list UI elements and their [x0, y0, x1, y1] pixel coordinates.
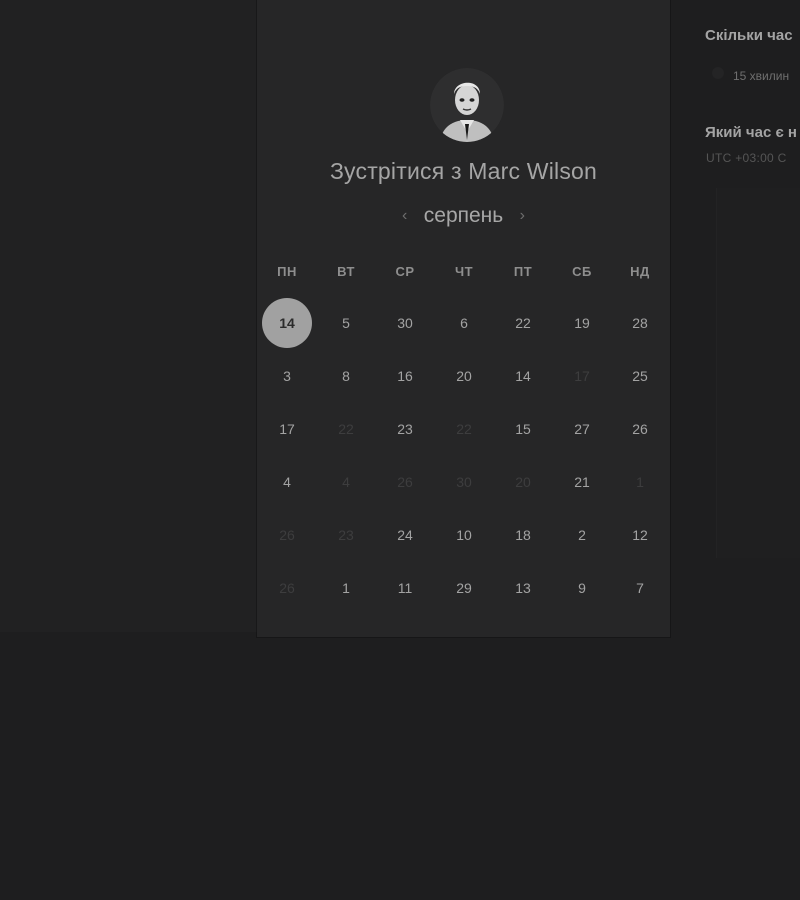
timezone-selector[interactable]: UTC +03:00 С [706, 151, 787, 165]
day-button[interactable]: 12 [615, 510, 665, 560]
weekday-tue: ВТ [337, 264, 355, 279]
selected-day-button[interactable]: 14 [262, 298, 312, 348]
day-button[interactable]: 18 [498, 510, 548, 560]
day-button: 22 [338, 421, 354, 437]
chevron-left-icon[interactable]: ‹ [392, 207, 417, 225]
day-button[interactable]: 16 [380, 351, 430, 401]
month-navigation: ‹ серпень › [257, 204, 670, 228]
time-slots-list [716, 188, 800, 558]
chevron-right-icon[interactable]: › [510, 207, 535, 225]
day-button: 20 [515, 474, 531, 490]
day-button: 17 [574, 368, 590, 384]
month-label: серпень [423, 204, 504, 227]
day-button[interactable]: 17 [262, 404, 312, 454]
day-button[interactable]: 7 [615, 563, 665, 613]
page-title: Зустрітися з Marc Wilson [329, 158, 598, 184]
weekday-mon: ПН [277, 264, 297, 279]
weekday-fri: ПТ [513, 264, 533, 279]
day-button[interactable]: 28 [615, 298, 665, 348]
day-button[interactable]: 21 [557, 457, 607, 507]
day-button[interactable]: 22 [498, 298, 548, 348]
time-question: Який час є н [705, 124, 797, 141]
day-button: 22 [456, 421, 472, 437]
day-button: 30 [456, 474, 472, 490]
day-button[interactable]: 11 [380, 563, 430, 613]
day-button[interactable]: 1 [321, 563, 371, 613]
day-button[interactable]: 10 [439, 510, 489, 560]
left-panel [0, 0, 257, 632]
day-button: 26 [397, 474, 413, 490]
avatar [430, 68, 504, 142]
day-button[interactable]: 30 [380, 298, 430, 348]
day-button: 23 [338, 527, 354, 543]
day-button: 1 [636, 474, 644, 490]
scheduler-page: Зустрітися з Marc Wilson ‹ серпень › ПН … [0, 0, 800, 900]
day-button[interactable]: 19 [557, 298, 607, 348]
day-button[interactable]: 24 [380, 510, 430, 560]
day-button[interactable]: 3 [262, 351, 312, 401]
duration-option[interactable]: 15 хвилин [733, 69, 789, 83]
day-button[interactable]: 6 [439, 298, 489, 348]
calendar-grid: 14 5 30 6 22 19 28 3 8 16 20 14 17 25 17 22 23 22 15 27 26 4 4… [257, 296, 670, 616]
weekday-sat: СБ [572, 264, 592, 279]
host-portrait-image [430, 68, 504, 142]
weekday-wed: СР [395, 264, 415, 279]
day-button[interactable]: 20 [439, 351, 489, 401]
day-button: 26 [279, 527, 295, 543]
details-panel: Скільки час 15 хвилин Який час є н UTC +… [670, 0, 800, 637]
day-button[interactable]: 26 [615, 404, 665, 454]
weekday-sun: НД [630, 264, 650, 279]
day-button[interactable]: 5 [321, 298, 371, 348]
weekday-thu: ЧТ [454, 264, 474, 279]
duration-question: Скільки час [705, 27, 793, 44]
calendar-card: Зустрітися з Marc Wilson ‹ серпень › ПН … [257, 0, 670, 637]
day-button: 4 [342, 474, 350, 490]
day-button[interactable]: 13 [498, 563, 548, 613]
day-button: 26 [279, 580, 295, 596]
weekday-header: ПН ВТ СР ЧТ ПТ СБ НД [257, 264, 670, 284]
day-button[interactable]: 9 [557, 563, 607, 613]
day-button[interactable]: 2 [557, 510, 607, 560]
duration-radio[interactable] [712, 67, 724, 79]
day-button[interactable]: 27 [557, 404, 607, 454]
day-button[interactable]: 23 [380, 404, 430, 454]
day-button[interactable]: 4 [262, 457, 312, 507]
day-button[interactable]: 8 [321, 351, 371, 401]
day-button[interactable]: 15 [498, 404, 548, 454]
day-button[interactable]: 14 [498, 351, 548, 401]
day-button[interactable]: 25 [615, 351, 665, 401]
day-button[interactable]: 29 [439, 563, 489, 613]
